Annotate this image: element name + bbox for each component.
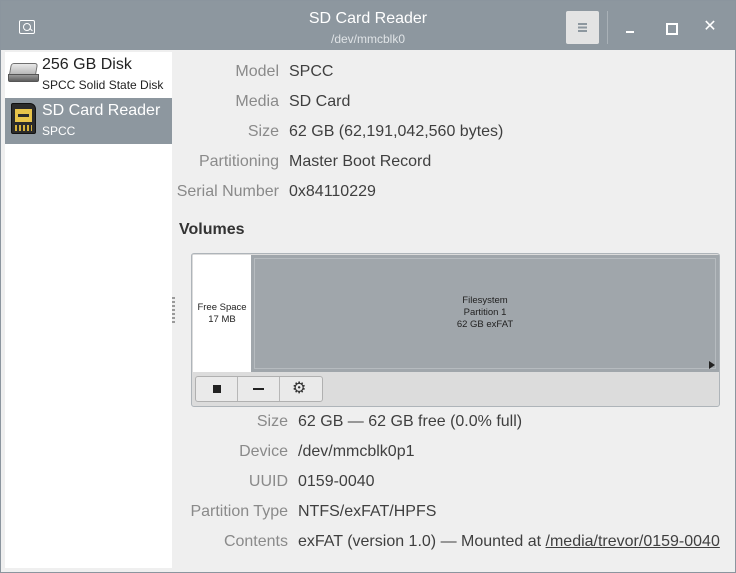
drive-item-256gb-disk[interactable]: 256 GB Disk SPCC Solid State Disk xyxy=(5,52,172,98)
volume-size-label: Size xyxy=(256,413,288,430)
media-value: SD Card xyxy=(289,93,351,110)
uuid-value: 0159-0040 xyxy=(298,473,375,490)
volume-size-value: 62 GB — 62 GB free (0.0% full) xyxy=(298,413,523,430)
gear-icon: ⚙ xyxy=(292,380,307,397)
free-space-segment[interactable]: Free Space 17 MB xyxy=(193,255,251,372)
size-label: Size xyxy=(247,123,279,140)
drive-description: SPCC xyxy=(42,124,76,138)
segment-label: Partition 1 xyxy=(463,307,507,318)
stop-icon xyxy=(213,385,221,393)
partitioning-label: Partitioning xyxy=(198,153,279,170)
partition-options-button[interactable]: ⚙ xyxy=(280,377,322,401)
titlebar-divider xyxy=(607,11,608,44)
menu-button[interactable] xyxy=(566,11,599,44)
model-value: SPCC xyxy=(289,63,334,80)
uuid-label: UUID xyxy=(248,473,288,490)
sd-card-icon xyxy=(11,103,36,134)
device-label: Device xyxy=(239,443,288,460)
drive-name: 256 GB Disk xyxy=(42,56,132,73)
segment-size: 62 GB exFAT xyxy=(456,319,514,330)
drive-list: 256 GB Disk SPCC Solid State Disk SD Car… xyxy=(5,52,172,568)
contents-value: exFAT (version 1.0) — Mounted at /media/… xyxy=(298,532,720,552)
partition-type-label: Partition Type xyxy=(190,503,288,520)
volume-map: Free Space 17 MB Filesystem Partition 1 … xyxy=(191,253,720,407)
serial-number-value: 0x84110229 xyxy=(289,183,376,200)
volumes-heading: Volumes xyxy=(179,221,245,238)
segment-label: Free Space xyxy=(197,302,247,313)
drive-description: SPCC Solid State Disk xyxy=(42,78,164,92)
contents-text: exFAT (version 1.0) — Mounted at xyxy=(298,533,546,550)
minimize-button[interactable] xyxy=(618,15,642,39)
volume-toolbar: ⚙ xyxy=(195,376,323,402)
pane-resize-handle[interactable] xyxy=(172,297,175,323)
model-label: Model xyxy=(235,63,279,80)
device-value: /dev/mmcblk0p1 xyxy=(298,443,415,460)
segment-type: Filesystem xyxy=(462,295,508,306)
drive-name: SD Card Reader xyxy=(42,102,161,119)
close-icon: ✕ xyxy=(703,18,717,35)
title-bar[interactable]: SD Card Reader /dev/mmcblk0 ✕ xyxy=(1,1,735,50)
partition-type-value: NTFS/exFAT/HPFS xyxy=(298,503,437,520)
contents-label: Contents xyxy=(223,533,288,550)
disks-window: SD Card Reader /dev/mmcblk0 ✕ 256 GB Dis… xyxy=(0,0,736,573)
close-button[interactable]: ✕ xyxy=(698,15,722,39)
maximize-button[interactable] xyxy=(658,15,682,39)
hamburger-icon xyxy=(578,23,587,32)
drive-item-sd-card-reader[interactable]: SD Card Reader SPCC xyxy=(5,98,172,144)
mounted-indicator-icon xyxy=(709,361,715,369)
mount-point-link[interactable]: /media/trevor/0159-0040 xyxy=(546,533,720,550)
hard-disk-icon xyxy=(8,61,39,83)
unmount-button[interactable] xyxy=(196,377,238,401)
partition-1-segment[interactable]: Filesystem Partition 1 62 GB exFAT xyxy=(251,255,719,372)
partitioning-value: Master Boot Record xyxy=(289,153,432,170)
delete-partition-button[interactable] xyxy=(238,377,280,401)
segment-size: 17 MB xyxy=(208,314,236,325)
media-label: Media xyxy=(235,93,279,110)
serial-number-label: Serial Number xyxy=(176,183,279,200)
minus-icon xyxy=(253,388,264,390)
size-value: 62 GB (62,191,042,560 bytes) xyxy=(289,123,504,140)
